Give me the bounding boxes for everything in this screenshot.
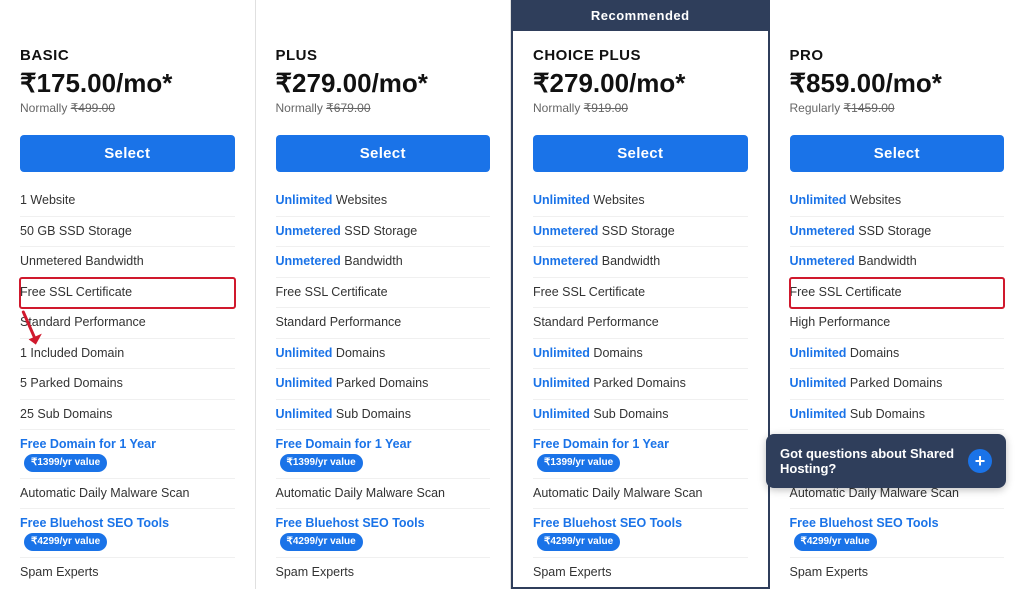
list-item: Unmetered SSD Storage xyxy=(276,217,491,248)
list-item: Unlimited Parked Domains xyxy=(533,369,748,400)
list-item: Unlimited Domains xyxy=(533,339,748,370)
list-item: Free SSL Certificate xyxy=(276,278,491,309)
list-item: Unlimited Sub Domains xyxy=(276,400,491,431)
list-item: Spam Experts xyxy=(790,558,1005,588)
list-item: Free Bluehost SEO Tools ₹4299/yr value xyxy=(790,509,1005,558)
select-button-pro[interactable]: Select xyxy=(790,135,1005,172)
list-item: 5 Parked Domains xyxy=(20,369,235,400)
list-item: Unmetered Bandwidth xyxy=(276,247,491,278)
list-item: Unlimited Sub Domains xyxy=(790,400,1005,431)
list-item: Unlimited Sub Domains xyxy=(533,400,748,431)
list-item: Unmetered Bandwidth xyxy=(790,247,1005,278)
plan-name-choice-plus: CHOICE PLUS xyxy=(533,47,748,64)
recommended-badge: Recommended xyxy=(513,0,768,31)
plan-regular-pro: Regularly ₹1459.00 xyxy=(790,101,1005,115)
plan-header-basic: BASIC ₹175.00/mo* Normally ₹499.00 xyxy=(0,31,255,135)
list-item: Unmetered SSD Storage xyxy=(790,217,1005,248)
features-list-choice-plus: Unlimited WebsitesUnmetered SSD StorageU… xyxy=(513,172,768,587)
chat-widget[interactable]: Got questions about Shared Hosting? + xyxy=(766,434,1006,488)
features-list-basic: 1 Website50 GB SSD StorageUnmetered Band… xyxy=(0,172,255,587)
plan-price-plus: ₹279.00/mo* xyxy=(276,68,491,99)
list-item: Unmetered Bandwidth xyxy=(20,247,235,278)
select-button-choice-plus[interactable]: Select xyxy=(533,135,748,172)
plan-price-pro: ₹859.00/mo* xyxy=(790,68,1005,99)
plan-header-choice-plus: CHOICE PLUS ₹279.00/mo* Normally ₹919.00 xyxy=(513,31,768,135)
list-item: Free SSL Certificate xyxy=(20,278,235,309)
plan-name-plus: PLUS xyxy=(276,47,491,64)
list-item: 50 GB SSD Storage xyxy=(20,217,235,248)
list-item: Unmetered SSD Storage xyxy=(533,217,748,248)
list-item: Standard Performance xyxy=(533,308,748,339)
list-item: Unlimited Domains xyxy=(276,339,491,370)
plan-header-plus: PLUS ₹279.00/mo* Normally ₹679.00 xyxy=(256,31,511,135)
plan-col-pro: PRO₹859.00/mo*Regularly ₹1459.00SelectUn… xyxy=(770,0,1024,589)
arrow-indicator xyxy=(10,307,55,357)
list-item: Automatic Daily Malware Scan xyxy=(533,479,748,510)
list-item: Free Bluehost SEO Tools ₹4299/yr value xyxy=(533,509,748,558)
plan-col-choice-plus: Recommended CHOICE PLUS ₹279.00/mo* Normall… xyxy=(511,0,770,589)
plan-name-basic: BASIC xyxy=(20,47,235,64)
list-item: Spam Experts xyxy=(276,558,491,588)
select-button-plus[interactable]: Select xyxy=(276,135,491,172)
list-item: Unlimited Domains xyxy=(790,339,1005,370)
list-item: Automatic Daily Malware Scan xyxy=(276,479,491,510)
list-item: Unlimited Websites xyxy=(276,186,491,217)
pricing-table: BASIC₹175.00/mo*Normally ₹499.00Select1 … xyxy=(0,0,1024,589)
chat-plus-icon[interactable]: + xyxy=(968,449,992,473)
plan-col-plus: PLUS₹279.00/mo*Normally ₹679.00SelectUnl… xyxy=(256,0,512,589)
list-item: Free SSL Certificate xyxy=(533,278,748,309)
plan-col-basic: BASIC₹175.00/mo*Normally ₹499.00Select1 … xyxy=(0,0,256,589)
features-list-pro: Unlimited WebsitesUnmetered SSD StorageU… xyxy=(770,172,1024,587)
list-item: Unlimited Websites xyxy=(790,186,1005,217)
list-item: Spam Experts xyxy=(20,558,235,588)
list-item: Unlimited Parked Domains xyxy=(276,369,491,400)
list-item: Unlimited Websites xyxy=(533,186,748,217)
list-item: 1 Website xyxy=(20,186,235,217)
features-list-plus: Unlimited WebsitesUnmetered SSD StorageU… xyxy=(256,172,511,587)
list-item: Free Bluehost SEO Tools ₹4299/yr value xyxy=(276,509,491,558)
list-item: 25 Sub Domains xyxy=(20,400,235,431)
list-item: Standard Performance xyxy=(276,308,491,339)
list-item: Automatic Daily Malware Scan xyxy=(20,479,235,510)
list-item: Free Domain for 1 Year ₹1399/yr value xyxy=(20,430,235,479)
list-item: Free Domain for 1 Year ₹1399/yr value xyxy=(533,430,748,479)
plan-regular-basic: Normally ₹499.00 xyxy=(20,101,235,115)
plan-price-basic: ₹175.00/mo* xyxy=(20,68,235,99)
list-item: Free Domain for 1 Year ₹1399/yr value xyxy=(276,430,491,479)
list-item: 1 Included Domain xyxy=(20,339,235,370)
plan-name-pro: PRO xyxy=(790,47,1005,64)
select-button-basic[interactable]: Select xyxy=(20,135,235,172)
plan-price-choice-plus: ₹279.00/mo* xyxy=(533,68,748,99)
list-item: Spam Experts xyxy=(533,558,748,588)
plan-header-pro: PRO ₹859.00/mo* Regularly ₹1459.00 xyxy=(770,31,1024,135)
list-item: Free Bluehost SEO Tools ₹4299/yr value xyxy=(20,509,235,558)
chat-text: Got questions about Shared Hosting? xyxy=(780,446,958,476)
list-item: Unlimited Parked Domains xyxy=(790,369,1005,400)
list-item: Free SSL Certificate xyxy=(790,278,1005,309)
plan-regular-choice-plus: Normally ₹919.00 xyxy=(533,101,748,115)
plan-regular-plus: Normally ₹679.00 xyxy=(276,101,491,115)
list-item: Unmetered Bandwidth xyxy=(533,247,748,278)
list-item: High Performance xyxy=(790,308,1005,339)
